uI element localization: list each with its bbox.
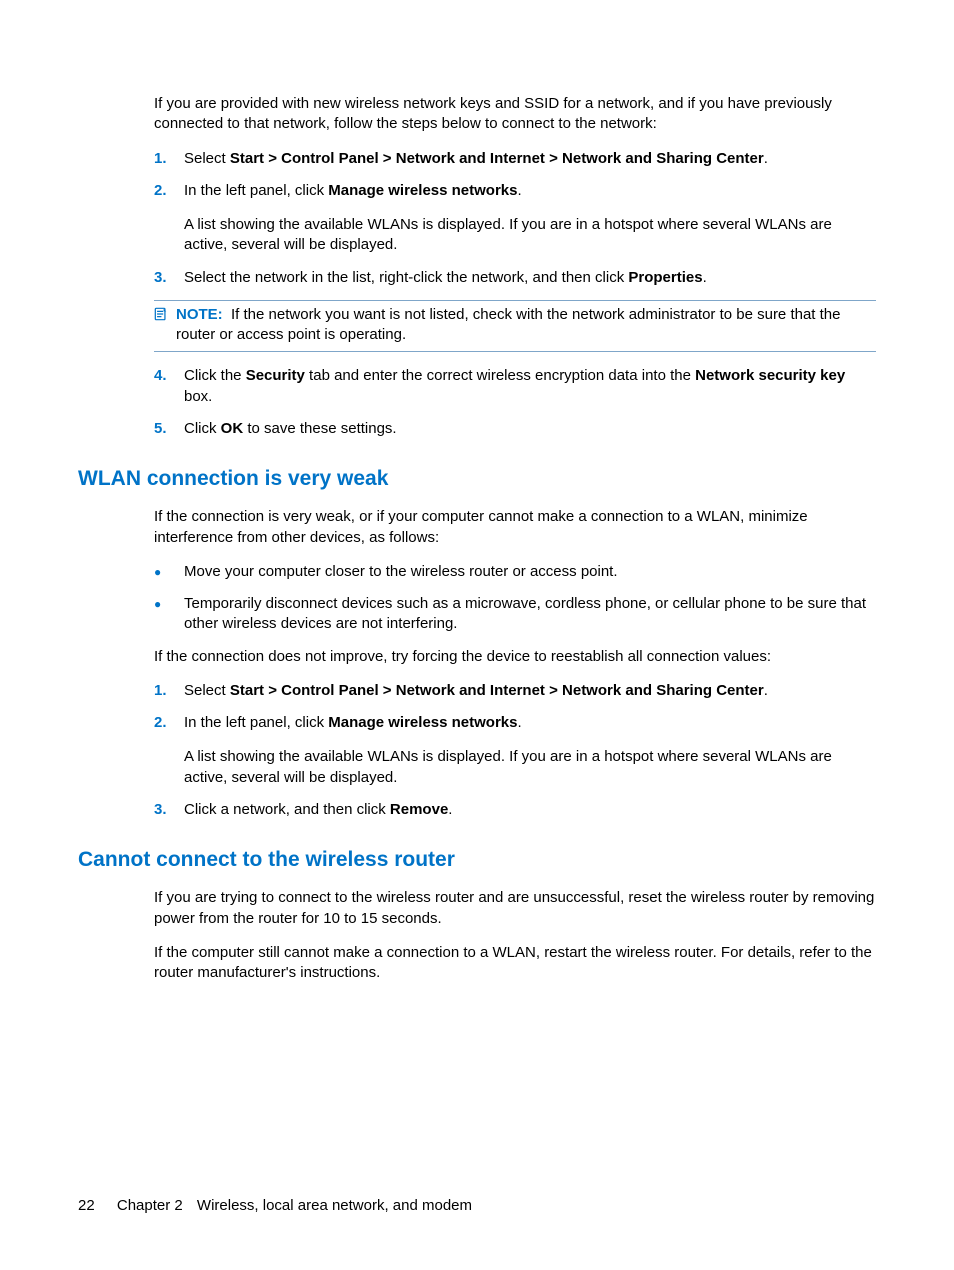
section-heading-weak-wlan: WLAN connection is very weak	[78, 465, 876, 493]
step-item: 4. Click the Security tab and enter the …	[154, 366, 876, 407]
step-body: In the left panel, click Manage wireless…	[184, 713, 876, 788]
step-body: Click OK to save these settings.	[184, 419, 876, 439]
bullet-text: Move your computer closer to the wireles…	[184, 562, 876, 582]
step-number: 3.	[154, 800, 184, 820]
step-number: 4.	[154, 366, 184, 407]
step-number: 2.	[154, 713, 184, 788]
step-body: Select Start > Control Panel > Network a…	[184, 681, 876, 701]
step-number: 1.	[154, 681, 184, 701]
paragraph: If the computer still cannot make a conn…	[154, 943, 876, 984]
step-number: 1.	[154, 149, 184, 169]
step-number: 3.	[154, 268, 184, 288]
step-item: 3. Click a network, and then click Remov…	[154, 800, 876, 820]
chapter-label: Chapter 2	[117, 1196, 183, 1216]
step-item: 2. In the left panel, click Manage wirel…	[154, 713, 876, 788]
step-item: 1. Select Start > Control Panel > Networ…	[154, 681, 876, 701]
step-item: 1. Select Start > Control Panel > Networ…	[154, 149, 876, 169]
bullet-item: ● Move your computer closer to the wirel…	[154, 562, 876, 582]
bullet-icon: ●	[154, 594, 184, 635]
step-number: 2.	[154, 181, 184, 256]
note-icon	[154, 305, 176, 346]
step-body: Select the network in the list, right-cl…	[184, 268, 876, 288]
note-text: NOTE: If the network you want is not lis…	[176, 305, 876, 346]
step-extra: A list showing the available WLANs is di…	[184, 215, 876, 256]
document-page: If you are provided with new wireless ne…	[0, 0, 954, 1270]
step-body: In the left panel, click Manage wireless…	[184, 181, 876, 256]
note-callout: NOTE: If the network you want is not lis…	[154, 300, 876, 353]
bullet-text: Temporarily disconnect devices such as a…	[184, 594, 876, 635]
page-number: 22	[78, 1196, 95, 1216]
step-item: 5. Click OK to save these settings.	[154, 419, 876, 439]
chapter-title: Wireless, local area network, and modem	[197, 1197, 472, 1214]
paragraph: If you are trying to connect to the wire…	[154, 888, 876, 929]
step-item: 2. In the left panel, click Manage wirel…	[154, 181, 876, 256]
step-body: Click a network, and then click Remove.	[184, 800, 876, 820]
section-heading-cannot-connect: Cannot connect to the wireless router	[78, 846, 876, 874]
step-item: 3. Select the network in the list, right…	[154, 268, 876, 288]
intro-paragraph: If you are provided with new wireless ne…	[154, 94, 876, 135]
page-footer: 22 Chapter 2 Wireless, local area networ…	[78, 1196, 472, 1216]
bullet-item: ● Temporarily disconnect devices such as…	[154, 594, 876, 635]
bullet-icon: ●	[154, 562, 184, 582]
section-intro: If the connection is very weak, or if yo…	[154, 507, 876, 548]
step-extra: A list showing the available WLANs is di…	[184, 747, 876, 788]
paragraph: If the connection does not improve, try …	[154, 647, 876, 667]
step-number: 5.	[154, 419, 184, 439]
note-label: NOTE:	[176, 306, 223, 323]
step-body: Click the Security tab and enter the cor…	[184, 366, 876, 407]
step-body: Select Start > Control Panel > Network a…	[184, 149, 876, 169]
